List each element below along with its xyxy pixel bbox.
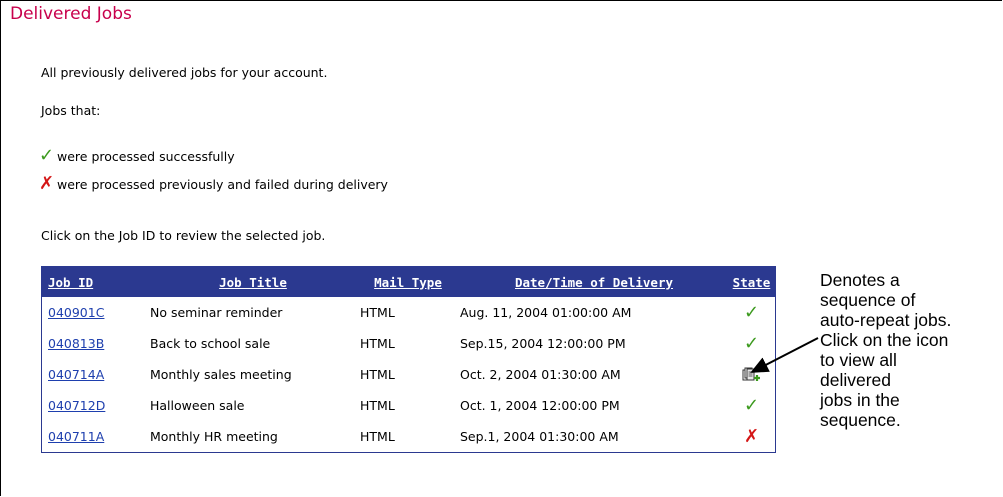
annotation-line: jobs in the (820, 390, 900, 410)
annotation-line: delivered (820, 370, 892, 390)
annotation-line: to view all (820, 350, 897, 370)
sequence-annotation: Denotes a sequence of auto-repeat jobs. … (820, 270, 951, 430)
annotation-line: auto-repeat jobs. (820, 310, 952, 330)
annotation-line: sequence of (820, 290, 916, 310)
annotation-line: Click on the icon (820, 330, 949, 350)
annotation-line: Denotes a (820, 270, 900, 290)
annotation-line: sequence. (820, 410, 901, 430)
